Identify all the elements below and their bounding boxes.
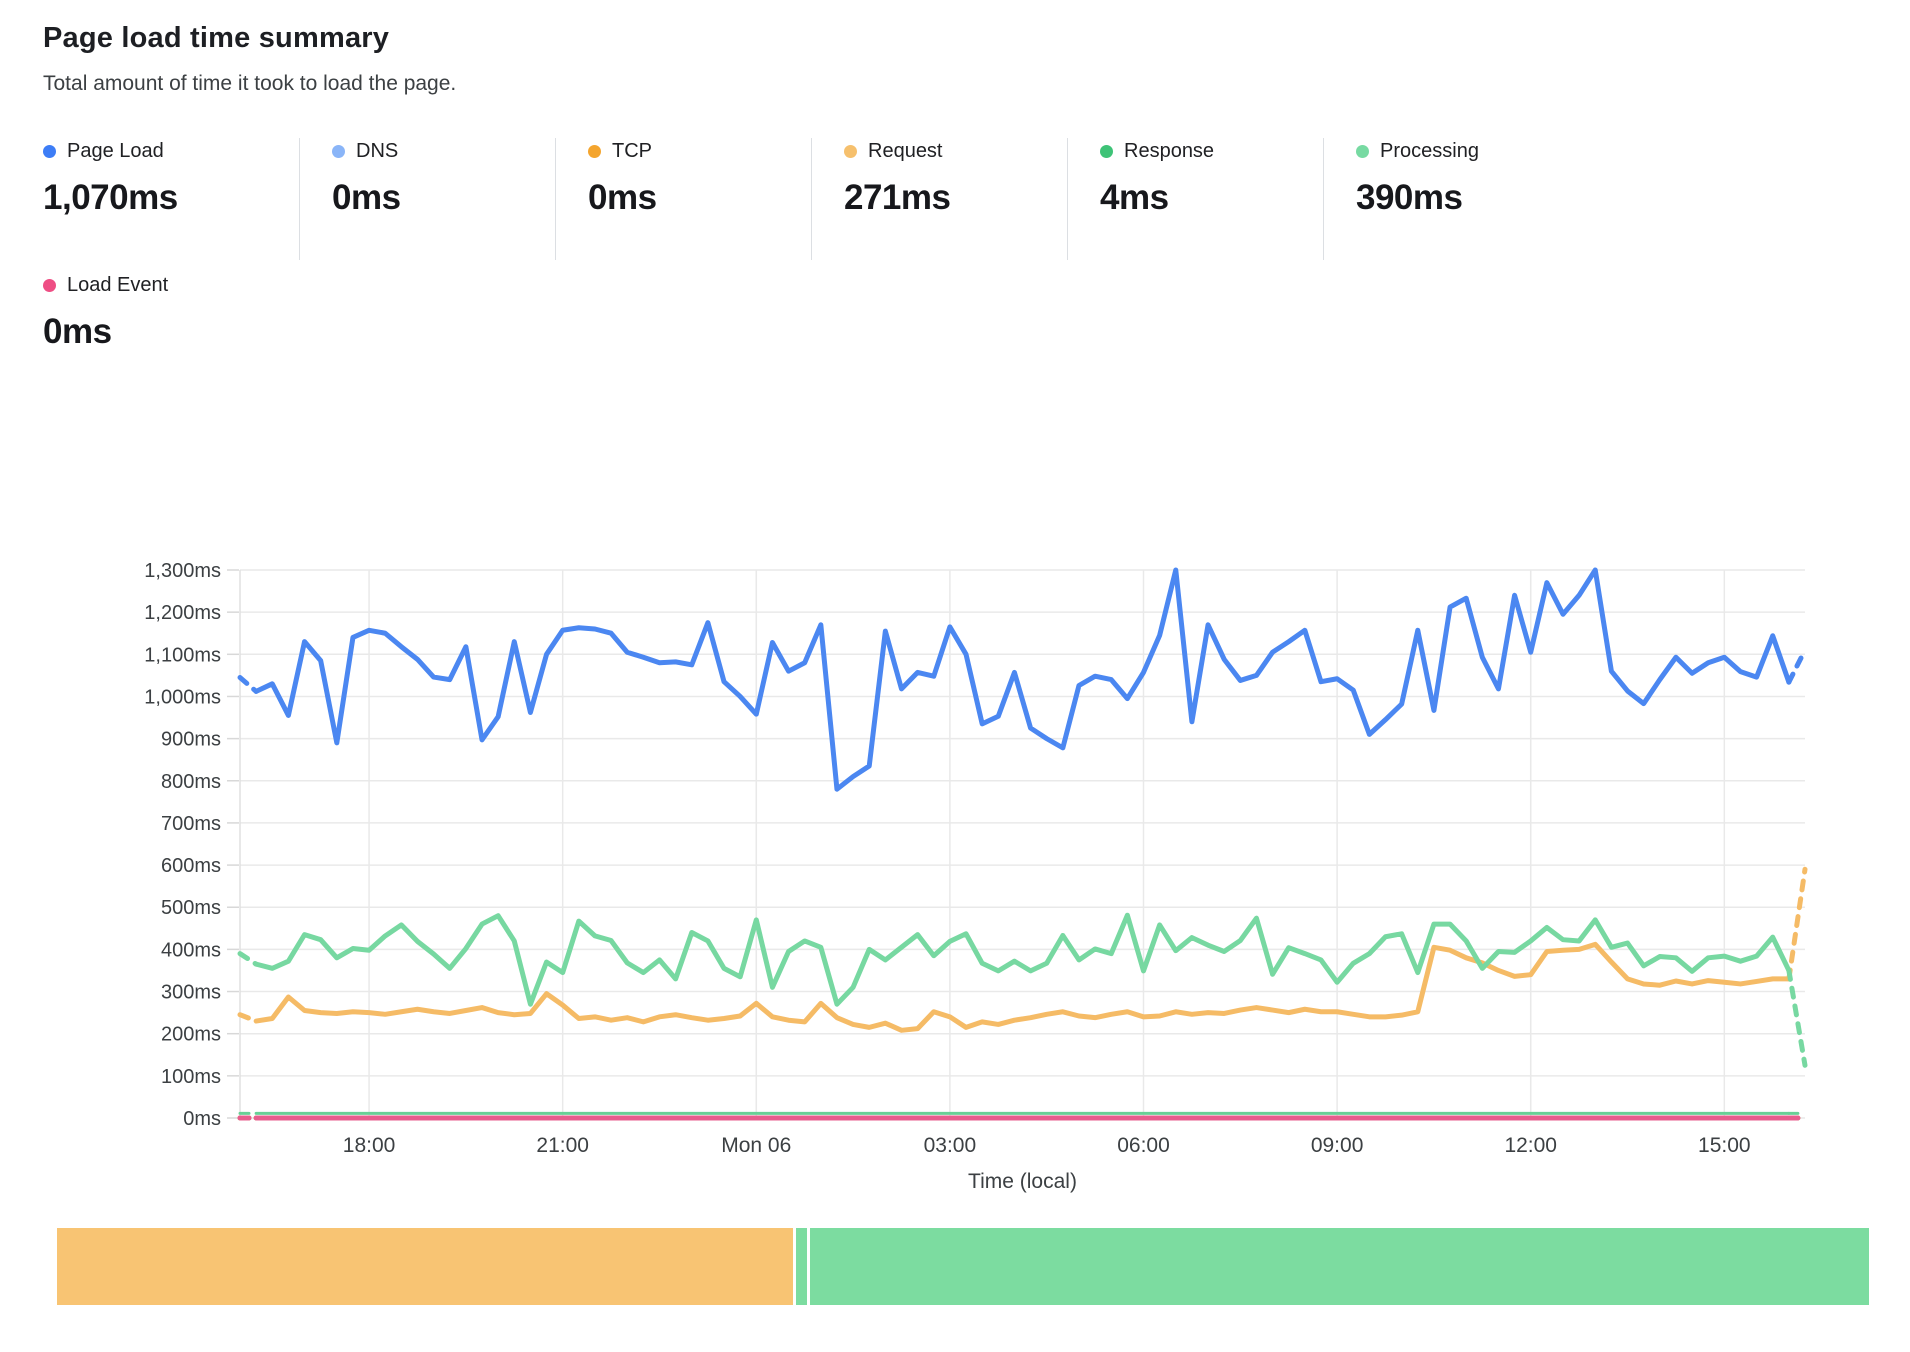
x-axis-label: 12:00: [1504, 1134, 1557, 1157]
load-time-line-chart[interactable]: 0ms 100ms 200ms 300ms 400ms 500ms 600ms 700ms 80…: [0, 430, 1910, 1210]
metric-load-event[interactable]: Load Event 0ms: [43, 274, 168, 352]
x-axis-label: 06:00: [1117, 1134, 1170, 1157]
metric-value: 390ms: [1356, 178, 1579, 218]
response-dot-icon: [1100, 145, 1113, 158]
y-axis-label: 500ms: [161, 897, 221, 919]
series-request-dashed: [1789, 869, 1805, 979]
load-event-dot-icon: [43, 279, 56, 292]
x-axis-label: 09:00: [1311, 1134, 1364, 1157]
y-axis-label: 300ms: [161, 982, 221, 1004]
page-title: Page load time summary: [43, 22, 389, 55]
page-load-dot-icon: [43, 145, 56, 158]
page-load-summary-panel: Page load time summary Total amount of t…: [0, 0, 1910, 1352]
metric-label: DNS: [356, 140, 398, 163]
metric-value: 0ms: [43, 312, 168, 352]
metric-value: 0ms: [588, 178, 811, 218]
page-subtitle: Total amount of time it took to load the…: [43, 72, 456, 96]
processing-dot-icon: [1356, 145, 1369, 158]
metric-label: Page Load: [67, 140, 164, 163]
y-axis-label: 400ms: [161, 939, 221, 961]
metric-value: 4ms: [1100, 178, 1323, 218]
metric-value: 271ms: [844, 178, 1067, 218]
x-axis-label: 21:00: [536, 1134, 589, 1157]
metrics-legend-row: Page Load 1,070ms DNS 0ms TCP 0ms Reques…: [43, 138, 1579, 260]
metric-label: TCP: [612, 140, 652, 163]
load-breakdown-bar: [57, 1228, 1869, 1305]
bar-segment-response: [796, 1228, 807, 1305]
y-axis-label: 1,000ms: [144, 686, 221, 708]
metric-dns[interactable]: DNS 0ms: [299, 138, 555, 260]
metric-value: 0ms: [332, 178, 555, 218]
metric-label: Load Event: [67, 274, 168, 297]
metric-request[interactable]: Request 271ms: [811, 138, 1067, 260]
y-axis-label: 900ms: [161, 729, 221, 751]
metric-label: Response: [1124, 140, 1214, 163]
y-axis-label: 700ms: [161, 813, 221, 835]
y-axis-label: 0ms: [183, 1108, 221, 1130]
y-axis-label: 600ms: [161, 855, 221, 877]
series-request-dashed: [240, 1015, 256, 1021]
request-dot-icon: [844, 145, 857, 158]
metric-tcp[interactable]: TCP 0ms: [555, 138, 811, 260]
metric-label: Request: [868, 140, 943, 163]
dns-dot-icon: [332, 145, 345, 158]
series-request: [256, 944, 1789, 1030]
x-axis-label: 03:00: [924, 1134, 977, 1157]
x-axis-label: 18:00: [343, 1134, 396, 1157]
y-axis-label: 100ms: [161, 1066, 221, 1088]
series-processing-dashed: [1789, 970, 1805, 1065]
x-axis-label: 15:00: [1698, 1134, 1751, 1157]
series-page-load-dashed: [240, 677, 256, 691]
bar-segment-request: [57, 1228, 793, 1305]
series-page-load: [256, 570, 1789, 789]
y-axis-label: 1,300ms: [144, 560, 221, 582]
series-processing-dashed: [240, 954, 256, 965]
y-axis-label: 800ms: [161, 771, 221, 793]
tcp-dot-icon: [588, 145, 601, 158]
y-axis-label: 1,100ms: [144, 644, 221, 666]
y-axis-label: 200ms: [161, 1024, 221, 1046]
y-axis-label: 1,200ms: [144, 602, 221, 624]
x-axis-title: Time (local): [968, 1170, 1077, 1193]
metric-page-load[interactable]: Page Load 1,070ms: [43, 138, 299, 260]
bar-segment-processing: [810, 1228, 1869, 1305]
metric-processing[interactable]: Processing 390ms: [1323, 138, 1579, 260]
metric-response[interactable]: Response 4ms: [1067, 138, 1323, 260]
metric-label: Processing: [1380, 140, 1479, 163]
x-axis-label: Mon 06: [721, 1134, 791, 1157]
metric-value: 1,070ms: [43, 178, 299, 218]
